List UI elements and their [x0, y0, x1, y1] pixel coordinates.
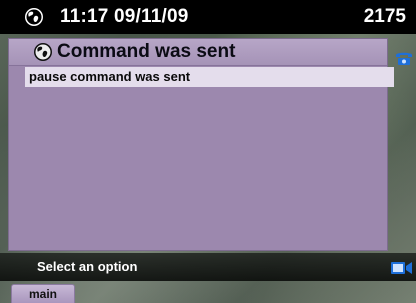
globe-icon [24, 7, 44, 27]
message-panel: Command was sent pause command was sent [8, 38, 394, 251]
phone-icon[interactable] [393, 47, 415, 69]
panel-title: Command was sent [57, 41, 236, 62]
softkey-main[interactable]: main [11, 284, 75, 303]
video-icon[interactable] [391, 261, 413, 275]
phone-screen: 11:17 09/11/09 2175 Command was sent pau… [0, 0, 416, 303]
list-item[interactable]: pause command was sent [25, 67, 394, 87]
globe-icon [33, 42, 53, 62]
status-bar: 11:17 09/11/09 2175 [0, 0, 416, 34]
message-text: pause command was sent [29, 69, 191, 84]
panel-header: Command was sent [9, 39, 387, 66]
status-extension: 2175 [363, 6, 406, 27]
prompt-text: Select an option [37, 259, 138, 274]
status-datetime: 11:17 09/11/09 [60, 6, 189, 27]
prompt-bar: Select an option [0, 253, 416, 281]
softkey-main-label: main [28, 287, 57, 301]
